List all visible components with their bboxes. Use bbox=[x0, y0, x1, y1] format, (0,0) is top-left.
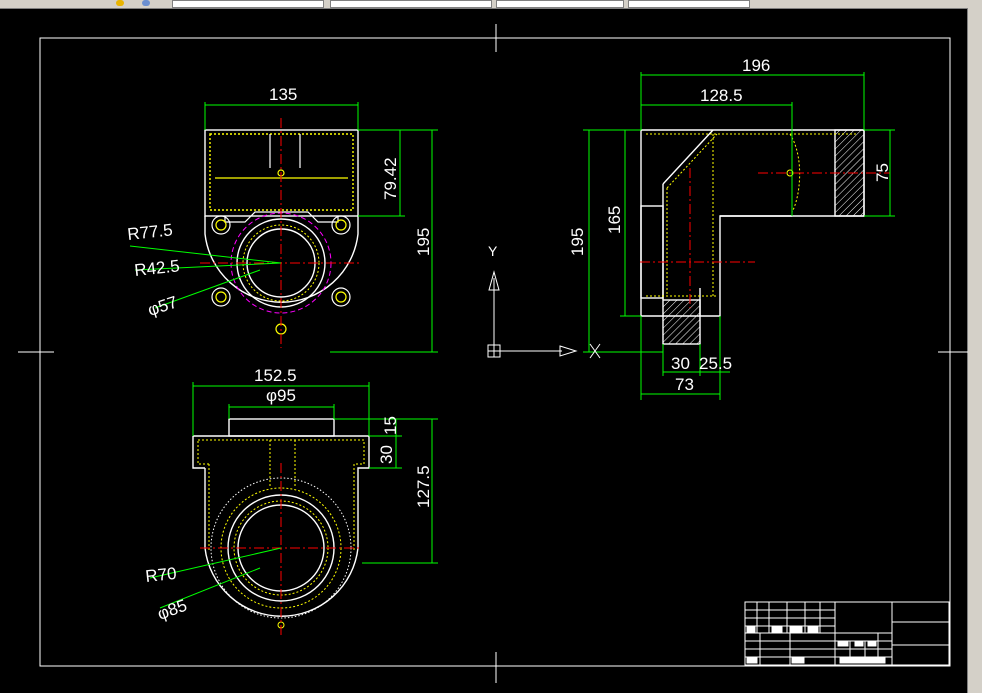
lineweight-dropdown[interactable] bbox=[628, 0, 750, 8]
dim-side-base-30: 30 bbox=[671, 354, 690, 373]
layer-dropdown[interactable] bbox=[172, 0, 324, 8]
dim-side-flange-height: 75 bbox=[873, 163, 892, 182]
dim-bottom-thick-15: 15 bbox=[381, 416, 400, 435]
dim-side-height-total: 195 bbox=[568, 228, 587, 256]
linetype-dropdown[interactable] bbox=[496, 0, 624, 8]
layer-state-icon[interactable] bbox=[142, 0, 150, 6]
dim-height-total: 195 bbox=[414, 228, 433, 256]
dim-r-bolt: R42.5 bbox=[133, 256, 180, 280]
dim-r-outer: R77.5 bbox=[126, 220, 173, 244]
dim-side-base-total: 73 bbox=[675, 375, 694, 394]
color-dropdown[interactable] bbox=[330, 0, 492, 8]
dim-bottom-height-total: 127.5 bbox=[414, 465, 433, 508]
dim-side-width-total: 196 bbox=[742, 56, 770, 75]
dim-width-top: 135 bbox=[269, 85, 297, 104]
side-view: 196 128.5 195 165 75 30 25.5 73 bbox=[568, 56, 895, 400]
ucs-y-label: Y bbox=[488, 243, 498, 259]
dim-bottom-r-outer: R70 bbox=[144, 564, 177, 586]
dim-dia-bore: φ57 bbox=[145, 292, 179, 319]
dim-bottom-dia-top: φ95 bbox=[266, 386, 296, 405]
dim-bottom-thick-30: 30 bbox=[377, 445, 396, 464]
drawing-canvas[interactable]: 135 79.42 195 R77.5 R42.5 φ57 196 128.5 … bbox=[0, 8, 968, 693]
title-block bbox=[744, 601, 950, 666]
dim-side-width-elbow: 128.5 bbox=[700, 86, 743, 105]
dim-side-base-25-5: 25.5 bbox=[699, 354, 732, 373]
vertical-scrollbar[interactable] bbox=[967, 8, 982, 693]
dim-side-height-inner: 165 bbox=[605, 206, 624, 234]
layer-icon[interactable] bbox=[116, 0, 124, 6]
ucs-icon bbox=[487, 270, 601, 359]
bottom-view: 152.5 φ95 15 30 127.5 R70 φ85 bbox=[144, 366, 438, 638]
dim-height-top: 79.42 bbox=[381, 157, 400, 200]
dim-bottom-dia-bore: φ85 bbox=[155, 596, 190, 624]
front-view: 135 79.42 195 R77.5 R42.5 φ57 bbox=[126, 85, 438, 353]
dim-bottom-width-flange: 152.5 bbox=[254, 366, 297, 385]
